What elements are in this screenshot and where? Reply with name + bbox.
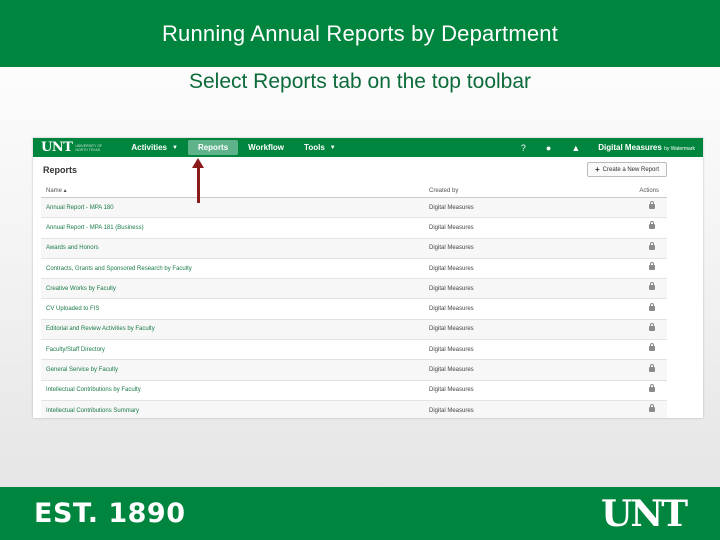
report-created-by: Digital Measures — [429, 306, 474, 313]
top-toolbar: UNT UNIVERSITY OF NORTH TEXAS Activities… — [33, 138, 703, 157]
nav-tools[interactable]: Tools ▼ — [294, 140, 346, 155]
slide-subtitle: Select Reports tab on the top toolbar — [188, 70, 532, 93]
create-report-label: Create a New Report — [602, 166, 660, 173]
lock-icon — [649, 322, 655, 331]
row-actions — [609, 201, 667, 211]
logo-mark: UNT — [41, 140, 73, 155]
plus-icon: + — [594, 165, 600, 174]
table-header: Name ▴ Created by Actions — [41, 184, 667, 198]
unt-footer-logo: UNT — [601, 493, 688, 535]
report-link[interactable]: CV Uploaded to FIS — [41, 306, 429, 312]
report-link[interactable]: Contracts, Grants and Sponsored Research… — [41, 266, 429, 272]
logo-subtext: UNIVERSITY OF NORTH TEXAS — [75, 143, 103, 152]
lock-icon — [649, 241, 655, 250]
row-actions — [609, 262, 667, 272]
row-actions — [609, 221, 667, 231]
report-created-by: Digital Measures — [429, 326, 474, 333]
table-row: Awards and Honors Digital Measures — [41, 238, 667, 259]
nav-reports[interactable]: Reports — [187, 140, 239, 155]
report-link[interactable]: Intellectual Contributions Summary — [41, 408, 429, 414]
report-link[interactable]: Intellectual Contributions by Faculty — [41, 387, 429, 393]
lock-icon — [649, 201, 655, 210]
brand-sub: by Watermark — [664, 146, 695, 152]
report-created-by: Digital Measures — [429, 285, 474, 292]
arrow-up-icon — [192, 158, 204, 168]
lock-icon — [649, 302, 655, 311]
report-created-by: Digital Measures — [429, 387, 474, 394]
table-row: Faculty/Staff Directory Digital Measures — [41, 340, 667, 361]
row-actions — [609, 363, 667, 374]
lock-icon — [649, 404, 655, 413]
column-created-by[interactable]: Created by — [429, 188, 609, 194]
chevron-down-icon: ▼ — [171, 144, 178, 151]
table-row: Creative Works by Faculty Digital Measur… — [41, 279, 667, 300]
est-1890-text: EST. 1890 — [34, 498, 186, 529]
report-created-by: Digital Measures — [429, 407, 474, 414]
row-actions — [609, 404, 667, 414]
help-icon[interactable]: ? — [511, 143, 536, 153]
table-row: Annual Report - MPA 181 (Business) Digit… — [41, 218, 667, 239]
lock-icon — [649, 343, 655, 352]
report-created-by: Digital Measures — [429, 367, 474, 374]
report-link[interactable]: Annual Report - MPA 180 — [41, 205, 429, 211]
report-link[interactable]: Awards and Honors — [41, 245, 429, 251]
report-created-by: Digital Measures — [429, 204, 474, 211]
report-link[interactable]: Creative Works by Faculty — [41, 286, 429, 292]
nav-right-group: ? ● ▲ Digital Measures by Watermark — [511, 143, 703, 153]
row-actions — [609, 282, 667, 292]
user-icon[interactable]: ▲ — [561, 143, 590, 153]
row-actions — [609, 383, 667, 394]
row-actions — [609, 322, 667, 333]
report-created-by: Digital Measures — [429, 224, 474, 231]
lock-icon — [649, 383, 655, 392]
report-link[interactable]: General Service by Faculty — [41, 367, 429, 373]
create-report-button[interactable]: + Create a New Report — [587, 162, 667, 177]
bell-icon[interactable]: ● — [536, 143, 561, 153]
nav-tools-label: Tools — [304, 143, 325, 152]
pointer-arrow-shaft — [197, 166, 200, 203]
brand-name: Digital Measures — [598, 143, 662, 152]
table-row: Annual Report - MPA 180 Digital Measures — [41, 198, 667, 219]
nav-reports-label: Reports — [197, 143, 229, 152]
lock-icon — [649, 262, 655, 271]
report-link[interactable]: Faculty/Staff Directory — [41, 347, 429, 353]
reports-table: Annual Report - MPA 180 Digital Measures… — [41, 198, 667, 418]
lock-icon — [649, 282, 655, 291]
chevron-down-icon: ▼ — [329, 144, 336, 151]
lock-icon — [649, 363, 655, 372]
nav-workflow-label: Workflow — [248, 143, 285, 152]
digital-measures-brand: Digital Measures by Watermark — [590, 143, 703, 152]
lock-icon — [649, 221, 655, 230]
report-created-by: Digital Measures — [429, 346, 474, 353]
table-row: CV Uploaded to FIS Digital Measures — [41, 299, 667, 320]
page-heading: Reports — [43, 165, 78, 175]
row-actions — [609, 302, 667, 313]
column-name[interactable]: Name ▴ — [41, 187, 429, 194]
slide-title: Running Annual Reports by Department — [161, 20, 559, 46]
nav-activities[interactable]: Activities ▼ — [121, 140, 188, 155]
row-actions — [609, 343, 667, 353]
row-actions — [609, 241, 667, 252]
report-link[interactable]: Editorial and Review Activities by Facul… — [41, 326, 429, 332]
report-created-by: Digital Measures — [429, 245, 474, 252]
app-screenshot: UNT UNIVERSITY OF NORTH TEXAS Activities… — [33, 138, 703, 418]
slide-title-bar: Running Annual Reports by Department — [0, 0, 720, 67]
table-row: Intellectual Contributions by Faculty Di… — [41, 381, 667, 401]
table-row: Intellectual Contributions Summary Digit… — [41, 400, 667, 418]
column-actions: Actions — [639, 187, 659, 194]
unt-logo[interactable]: UNT UNIVERSITY OF NORTH TEXAS — [41, 140, 107, 155]
table-row: Editorial and Review Activities by Facul… — [41, 319, 667, 341]
slide-footer: EST. 1890 UNT — [0, 487, 720, 540]
nav-workflow[interactable]: Workflow — [238, 140, 294, 155]
report-link[interactable]: Annual Report - MPA 181 (Business) — [41, 225, 429, 231]
nav-activities-label: Activities — [131, 143, 167, 152]
table-row: General Service by Faculty Digital Measu… — [41, 360, 667, 381]
table-row: Contracts, Grants and Sponsored Research… — [41, 259, 667, 280]
report-created-by: Digital Measures — [429, 265, 474, 272]
